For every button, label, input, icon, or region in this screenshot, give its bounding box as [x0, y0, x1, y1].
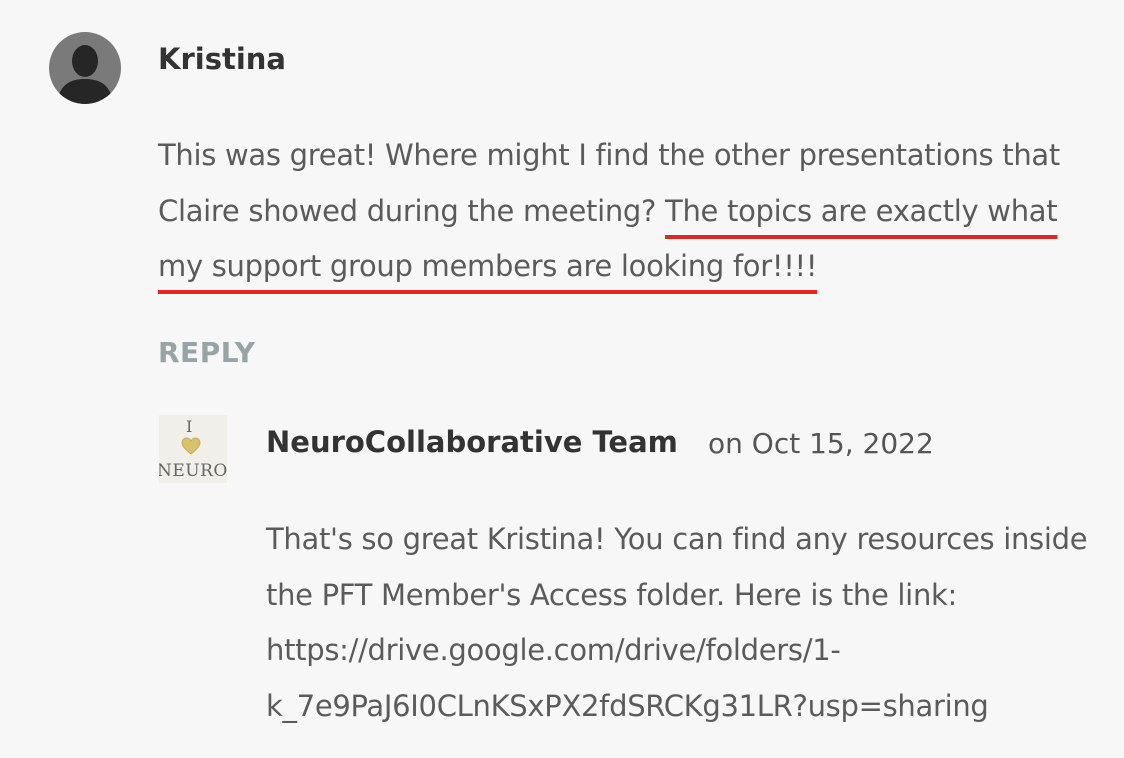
reply-date: on Oct 15, 2022 [708, 427, 934, 460]
reply-avatar: I NEURO [159, 415, 227, 483]
heart-icon [181, 437, 201, 459]
comment-text: This was great! Where might I find the o… [158, 128, 1098, 295]
avatar-text-top: I [186, 417, 193, 436]
reply-text: That's so great Kristina! You can find a… [266, 512, 1116, 734]
drive-folder-link[interactable]: https://drive.google.com/drive/folders/1… [266, 633, 989, 723]
reply-text-body: That's so great Kristina! You can find a… [266, 522, 1088, 612]
reply-author: NeuroCollaborative Team [266, 425, 678, 459]
reply-button[interactable]: REPLY [158, 336, 255, 369]
comment-author: Kristina [158, 42, 286, 76]
person-silhouette-icon [57, 45, 113, 104]
avatar-text-bottom: NEURO [159, 461, 227, 481]
user-avatar [49, 32, 121, 104]
